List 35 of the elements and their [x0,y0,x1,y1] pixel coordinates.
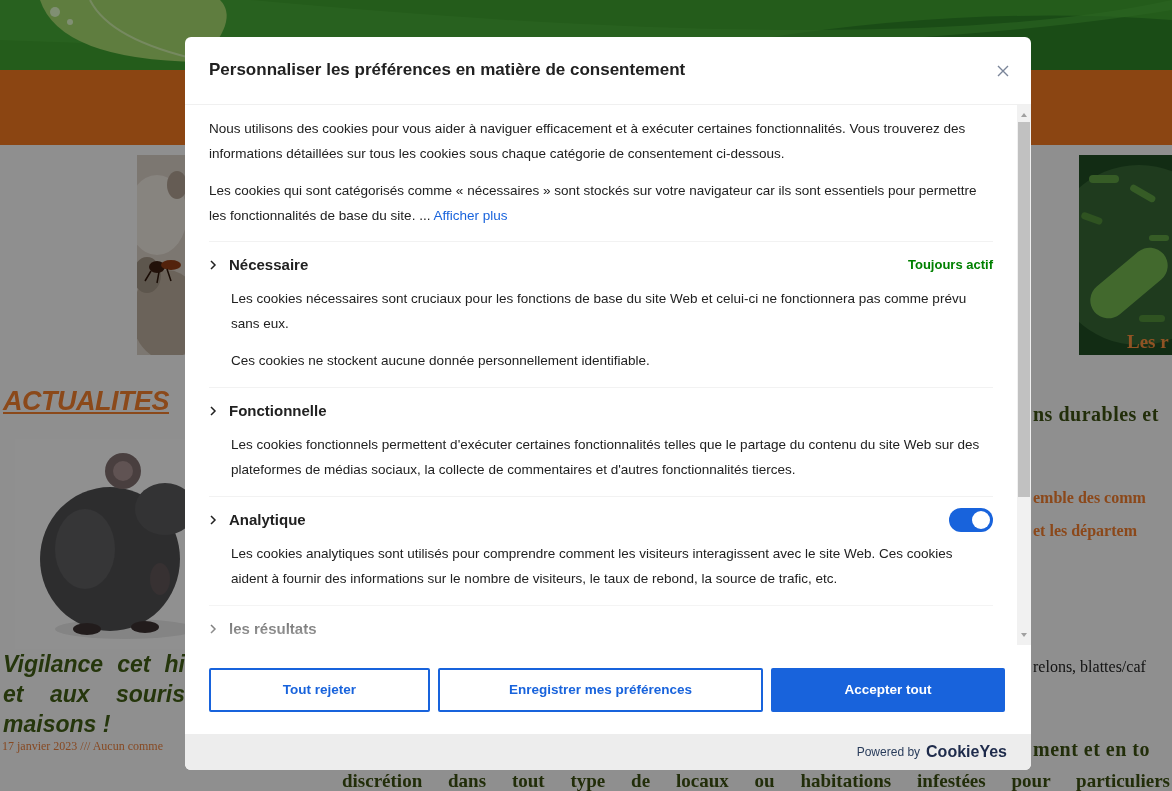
category-description: Les cookies nécessaires sont cruciaux pour les fonctions de base du site Web et celui-ci ne fonctionnera pas comme prévu sans eux. [231,290,968,333]
post-title-line[interactable]: Vigilance cet hi [3,649,185,679]
dialog-title: Personnaliser les préférences en matière de consentement [209,60,686,81]
secondary-button[interactable]: Tout rejeter [209,668,430,712]
accept-button[interactable]: Accepter tout [771,668,1005,712]
scrollbar[interactable] [1017,105,1031,645]
text-fragment: et les départem [1033,521,1138,542]
secondary-button[interactable]: Enregistrer mes préférences [438,668,763,712]
text-fragment: ment et en to [1033,737,1152,762]
category-title[interactable]: les résultats [229,617,317,641]
category-description: Les cookies analytiques sont utilisés pour comprendre comment les visiteurs interagissent avec le site Web. Ces cookies aident à fournir des informations sur le nombre de visiteurs, le taux de rebond, la source de trafic, etc. [231,545,954,588]
body-text: discrétion dans tout type de locaux ou habitations infestées pour particuliers [342,770,1170,791]
text-fragment: relons, blattes/caf [1033,657,1147,677]
brand-link[interactable]: CookieYes [926,740,1007,764]
post-title-line[interactable]: et aux souris [3,679,185,709]
post-title-line[interactable]: maisons ! [3,709,185,739]
post-meta: 17 janvier 2023 /// Aucun comme [2,739,164,753]
chevron-icon[interactable] [209,260,217,270]
chevron-icon[interactable] [209,406,217,416]
toggle-switch[interactable] [949,508,993,532]
category-title[interactable]: Fonctionnelle [229,399,327,423]
intro-text: Nous utilisons des cookies pour vous aider à naviguer efficacement et à exécuter certaines fonctionnalités. Vous trouverez des informations détaillées sur tous les cookies sous chaque catégorie de consentement ci-dessous. [209,120,967,163]
category-description: Ces cookies ne stockent aucune donnée personnellement identifiable. [231,352,651,370]
image-caption: Les r [1127,331,1169,353]
category-title[interactable]: Nécessaire [229,253,309,277]
powered-by-text: Powered by [856,744,921,761]
text-fragment: ns durables et [1033,402,1160,427]
category-description: Les cookies fonctionnels permettent d'exécuter certaines fonctionnalités telles que le partage du contenu du site Web sur des plateformes de médias sociaux, la collecte de commentaires et d'autres fonctionnalités tierces. [231,436,981,479]
close-icon[interactable] [997,64,1009,77]
chevron-icon[interactable] [209,515,217,525]
text-fragment: emble des comm [1033,488,1147,508]
intro-text: Les cookies qui sont catégorisés comme « nécessaires » sont stockés sur votre navigateur car ils sont essentiels pour permettre les fonctionnalités de base du site. ... Afficher plus [209,182,978,225]
show-more-link[interactable]: Afficher plus [433,208,508,223]
always-active-label: Toujours actif [908,256,993,275]
category-title[interactable]: Analytique [229,508,306,532]
